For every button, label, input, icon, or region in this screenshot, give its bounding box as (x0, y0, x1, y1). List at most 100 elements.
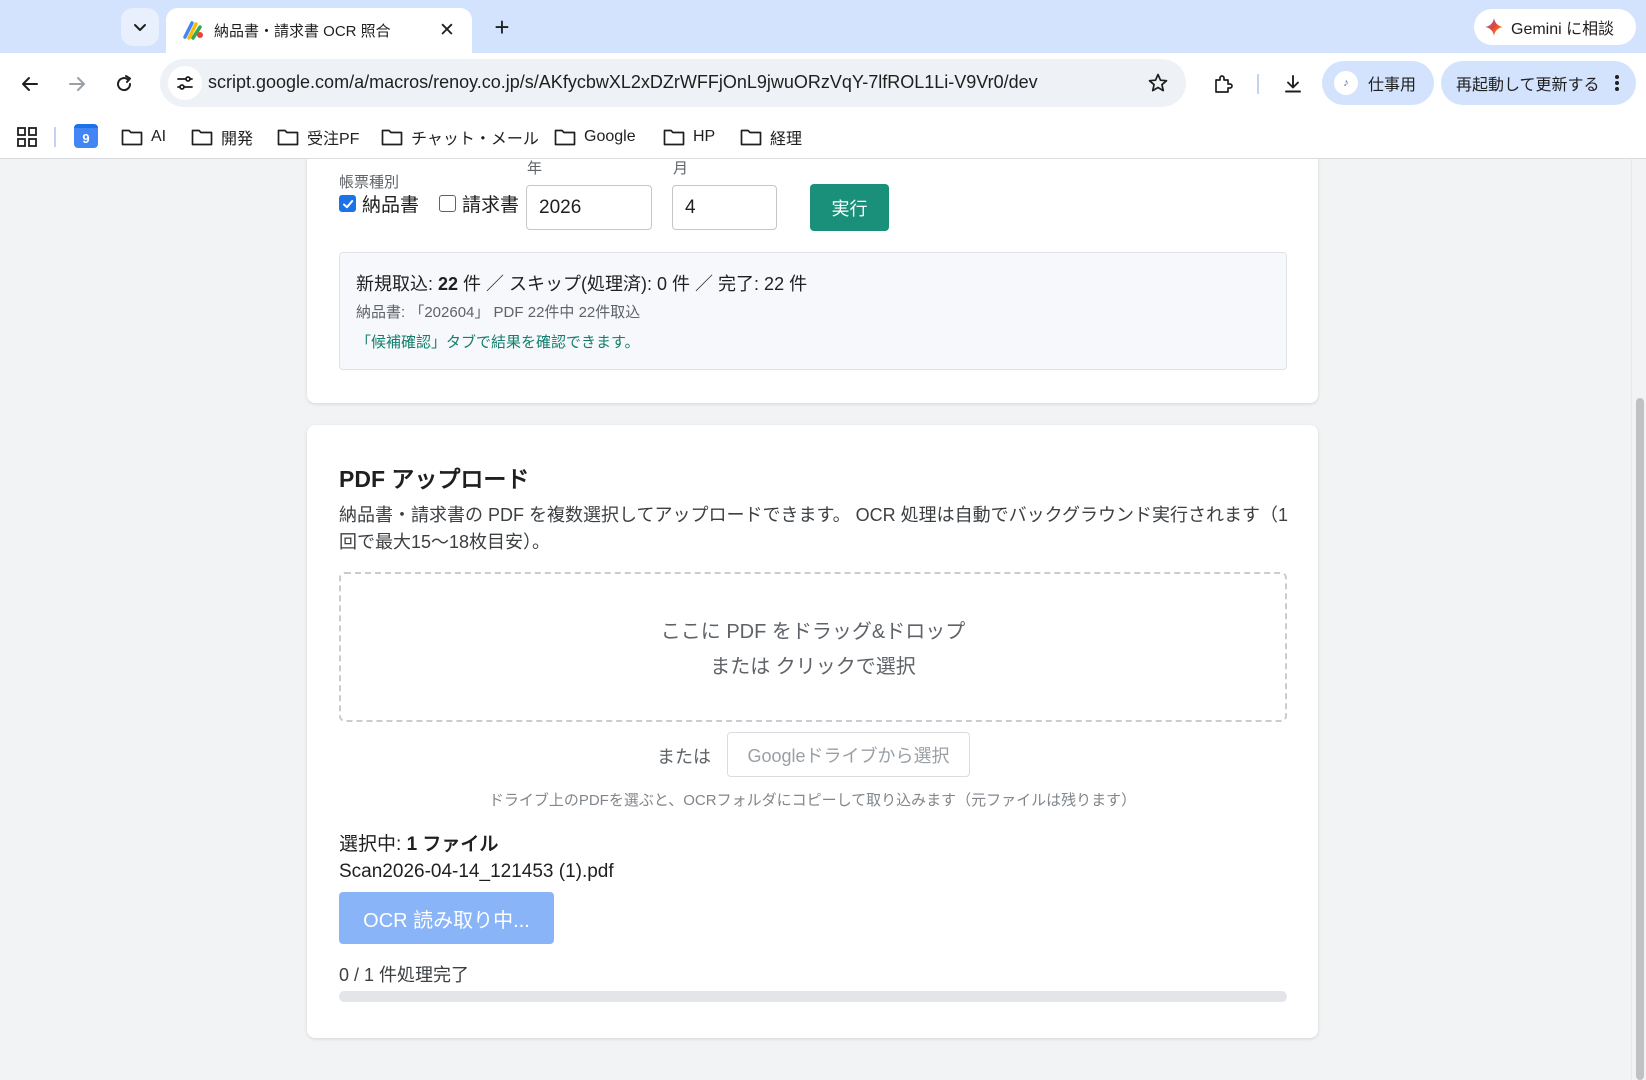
update-label: 再起動して更新する (1456, 77, 1600, 94)
profile-button[interactable]: ♪ 仕事用 (1322, 61, 1434, 105)
browser-chrome: 納品書・請求書 OCR 照合 ✕ + Gemini に相談 script.goo… (0, 0, 1646, 159)
forward-button[interactable] (60, 67, 94, 101)
result-new-prefix: 新規取込: (356, 274, 439, 294)
selected-files-summary: 選択中: 1 ファイル (339, 829, 498, 856)
checkbox-invoice[interactable]: 請求書 (439, 190, 519, 217)
pdf-dropzone[interactable]: ここに PDF をドラッグ&ドロップ または クリックで選択 (339, 572, 1287, 722)
bookmark-folder-google[interactable]: Google (554, 123, 636, 151)
checkbox-delivery-label: 納品書 (362, 195, 420, 216)
bookmark-folder-accounting[interactable]: 経理 (740, 123, 802, 151)
gemini-sparkle-icon (1485, 18, 1503, 36)
page-viewport: 帳票種別 納品書 請求書 年 2026 月 4 実行 新規取込: 22 件 ／ … (0, 159, 1646, 1080)
close-tab-icon[interactable]: ✕ (434, 17, 460, 43)
bookmark-label: HP (693, 128, 716, 145)
profile-label: 仕事用 (1368, 77, 1417, 94)
tab-title: 納品書・請求書 OCR 照合 (214, 23, 391, 40)
bookmark-folder-dev[interactable]: 開発 (191, 123, 253, 151)
year-input[interactable]: 2026 (526, 185, 652, 230)
or-label: または (657, 747, 711, 767)
tune-icon (177, 76, 193, 90)
address-bar[interactable]: script.google.com/a/macros/renoy.co.jp/s… (160, 59, 1186, 107)
import-result-box: 新規取込: 22 件 ／ スキップ(処理済): 0 件 ／ 完了: 22 件 納… (339, 252, 1287, 370)
checkbox-checked[interactable] (339, 195, 356, 212)
more-vert-icon (1614, 75, 1619, 91)
star-icon (1148, 73, 1168, 92)
arrow-right-icon (69, 77, 85, 91)
tab-strip: 納品書・請求書 OCR 照合 ✕ + Gemini に相談 (0, 0, 1646, 53)
checkbox-invoice-label: 請求書 (462, 195, 520, 216)
apps-script-favicon-icon (183, 21, 203, 40)
scrollbar[interactable] (1631, 159, 1646, 1080)
gemini-button[interactable]: Gemini に相談 (1474, 9, 1636, 45)
checkbox-delivery[interactable]: 納品書 (339, 190, 419, 217)
checkbox-unchecked[interactable] (439, 195, 457, 212)
result-summary: 新規取込: 22 件 ／ スキップ(処理済): 0 件 ／ 完了: 22 件 (356, 270, 807, 296)
downloads-button[interactable] (1276, 67, 1310, 101)
progress-text: 0 / 1 件処理完了 (339, 965, 470, 985)
bookmark-star-button[interactable] (1142, 67, 1174, 99)
update-button[interactable]: 再起動して更新する (1441, 61, 1636, 105)
extensions-button[interactable] (1206, 67, 1240, 101)
dropzone-line2: または クリックで選択 (710, 656, 916, 678)
bookmark-label: チャット・メール (411, 131, 539, 148)
url-text: script.google.com/a/macros/renoy.co.jp/s… (208, 72, 1038, 92)
run-button[interactable]: 実行 (810, 184, 889, 231)
import-card: 帳票種別 納品書 請求書 年 2026 月 4 実行 新規取込: 22 件 ／ … (307, 159, 1318, 403)
bookmark-label: Google (584, 128, 636, 145)
gemini-label: Gemini に相談 (1511, 21, 1615, 38)
bookmark-label: 経理 (770, 131, 803, 148)
month-label: 月 (673, 160, 689, 177)
doc-type-checkboxes: 納品書 請求書 (339, 190, 519, 217)
result-rest: 件 ／ スキップ(処理済): 0 件 ／ 完了: 22 件 (458, 274, 808, 294)
upload-card: PDF アップロード 納品書・請求書の PDF を複数選択してアップロードできま… (307, 425, 1318, 1038)
bookmarks-bar: 9 AI 開発 受注PF チャット・メール Google HP 経理 (0, 115, 1646, 159)
bookmark-divider (54, 127, 56, 147)
arrow-left-icon (22, 77, 38, 91)
selected-prefix: 選択中: (339, 834, 407, 855)
bookmark-folder-order-pf[interactable]: 受注PF (277, 123, 359, 151)
apps-grid-icon[interactable] (15, 125, 39, 149)
year-label: 年 (527, 160, 543, 177)
selected-count: 1 ファイル (406, 834, 499, 855)
bookmark-folder-chat-mail[interactable]: チャット・メール (381, 123, 539, 151)
toolbar-divider (1257, 74, 1259, 94)
active-tab[interactable]: 納品書・請求書 OCR 照合 ✕ (166, 8, 472, 53)
ocr-button[interactable]: OCR 読み取り中... (339, 892, 554, 944)
browser-toolbar: script.google.com/a/macros/renoy.co.jp/s… (0, 53, 1646, 115)
result-hint: 「候補確認」タブで結果を確認できます。 (356, 334, 640, 351)
month-input[interactable]: 4 (672, 185, 777, 230)
folder-icon (740, 129, 762, 146)
folder-icon (277, 129, 299, 146)
drive-note: ドライブ上のPDFを選ぶと、OCRフォルダにコピーして取り込みます（元ファイルは… (488, 792, 1137, 809)
reload-icon (117, 75, 132, 92)
bookmark-label: AI (151, 128, 167, 145)
back-button[interactable] (13, 67, 47, 101)
upload-description: 納品書・請求書の PDF を複数選択してアップロードできます。 OCR 処理は自… (339, 505, 1288, 552)
puzzle-icon (1215, 75, 1233, 93)
avatar: ♪ (1334, 71, 1358, 95)
doc-type-label: 帳票種別 (339, 174, 400, 191)
new-tab-icon[interactable]: + (485, 10, 519, 44)
google-drive-select-button[interactable]: Googleドライブから選択 (727, 732, 970, 777)
upload-title: PDF アップロード (339, 466, 530, 492)
tab-search-button[interactable] (121, 8, 159, 46)
calendar-icon[interactable]: 9 (74, 124, 98, 148)
check-icon (342, 199, 353, 208)
dropzone-line1: ここに PDF をドラッグ&ドロップ (660, 621, 966, 643)
bookmark-folder-ai[interactable]: AI (121, 123, 166, 151)
progress-bar (339, 991, 1287, 1002)
folder-icon (663, 129, 685, 146)
bookmark-folder-hp[interactable]: HP (663, 123, 715, 151)
result-new-count: 22 (438, 274, 459, 294)
folder-icon (191, 129, 213, 146)
site-info-button[interactable] (168, 66, 202, 100)
reload-button[interactable] (107, 67, 141, 101)
bookmark-label: 受注PF (307, 131, 360, 148)
download-icon (1285, 75, 1301, 93)
scrollbar-thumb[interactable] (1636, 398, 1644, 1080)
folder-icon (554, 129, 576, 146)
folder-icon (121, 129, 143, 146)
selected-filename: Scan2026-04-14_121453 (1).pdf (339, 861, 614, 882)
result-detail: 納品書: 「202604」 PDF 22件中 22件取込 (356, 304, 641, 321)
bookmark-label: 開発 (221, 131, 254, 148)
